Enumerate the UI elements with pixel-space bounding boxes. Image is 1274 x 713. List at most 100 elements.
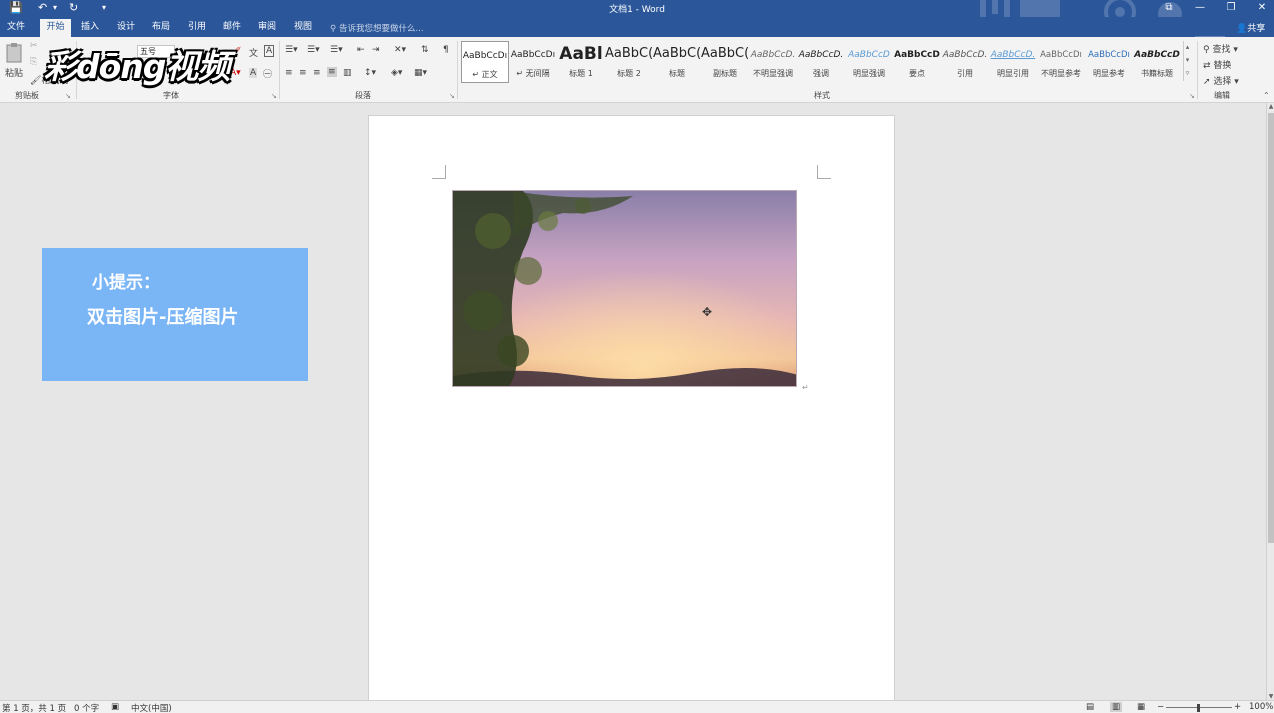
sort-icon[interactable]: ⇅: [421, 45, 429, 55]
video-watermark-logo: 彩dōng视频: [44, 47, 230, 86]
vertical-scrollbar[interactable]: ▲ ▼: [1266, 103, 1274, 700]
style-sample: AaBbCcDı: [1040, 50, 1082, 60]
replace-button[interactable]: ⇄ 替换: [1203, 58, 1231, 71]
tell-me-search[interactable]: ⚲ 告诉我您想要做什么...: [330, 22, 424, 34]
style-subtle-reference[interactable]: AaBbCcDı 不明显参考: [1037, 41, 1085, 83]
style-normal[interactable]: AaBbCcDı ↵ 正文: [461, 41, 509, 83]
scroll-down-icon[interactable]: ▼: [1267, 693, 1274, 700]
tab-review[interactable]: 审阅: [253, 20, 281, 37]
font-launcher-icon[interactable]: ↘: [271, 92, 277, 100]
style-intense-quote[interactable]: AaBbCcD. 明显引用: [989, 41, 1037, 83]
tab-mailings[interactable]: 邮件: [218, 20, 246, 37]
styles-gallery-scroll[interactable]: ▴ ▾ ▿: [1183, 41, 1191, 81]
tab-references[interactable]: 引用: [183, 20, 211, 37]
select-button[interactable]: ➚ 选择 ▾: [1203, 74, 1239, 87]
style-sample: AaBbCcD: [848, 50, 890, 60]
align-right-icon[interactable]: ≡: [313, 68, 321, 78]
web-layout-icon[interactable]: ▦: [1137, 702, 1145, 712]
chevron-up-icon[interactable]: ▴: [1184, 41, 1191, 54]
increase-indent-icon[interactable]: ⇥: [372, 45, 380, 55]
clipboard-launcher-icon[interactable]: ↘: [65, 92, 71, 100]
tab-layout[interactable]: 布局: [147, 20, 175, 37]
tab-file[interactable]: 文件: [2, 20, 30, 37]
clear-format-icon[interactable]: ✐: [234, 46, 242, 56]
ribbon-tabs: 文件 开始 插入 设计 布局 引用 邮件 审阅 视图 ⚲ 告诉我您想要做什么..…: [0, 17, 1274, 52]
style-no-spacing[interactable]: AaBbCcDı ↵ 无间隔: [509, 41, 557, 83]
font-group-label: 字体: [163, 91, 179, 100]
read-mode-icon[interactable]: ▤: [1086, 702, 1094, 712]
style-strong[interactable]: AaBbCcD 要点: [893, 41, 941, 83]
show-marks-icon[interactable]: ¶: [443, 45, 449, 55]
print-layout-icon[interactable]: ▥: [1110, 702, 1123, 712]
style-title[interactable]: AaBbC( 标题: [653, 41, 701, 83]
zoom-level[interactable]: 100%: [1249, 702, 1273, 712]
tab-insert[interactable]: 插入: [76, 20, 104, 37]
language-indicator[interactable]: 中文(中国): [131, 702, 172, 713]
style-heading-1[interactable]: AaBl 标题 1: [557, 41, 605, 83]
cut-icon[interactable]: ✂: [30, 41, 38, 51]
proofing-icon[interactable]: ▣: [111, 702, 119, 712]
paste-button[interactable]: 粘贴: [5, 42, 25, 84]
style-book-title[interactable]: AaBbCcD 书籍标题: [1133, 41, 1181, 83]
zoom-out-button[interactable]: −: [1157, 702, 1164, 712]
more-icon[interactable]: ▿: [1184, 67, 1191, 80]
chevron-down-icon[interactable]: ▾: [1184, 54, 1191, 67]
copy-icon[interactable]: ⎘: [30, 57, 37, 67]
align-left-icon[interactable]: ≡: [285, 68, 293, 78]
font-color-icon[interactable]: A▾: [230, 68, 241, 78]
style-name: 副标题: [713, 69, 737, 78]
close-button[interactable]: ✕: [1248, 0, 1274, 17]
zoom-in-button[interactable]: +: [1234, 702, 1241, 712]
multilevel-list-icon[interactable]: ☰▾: [330, 45, 343, 55]
margin-corner-mark: [817, 165, 831, 179]
scroll-thumb[interactable]: [1268, 113, 1274, 543]
distributed-icon[interactable]: ▥: [343, 68, 352, 78]
style-subtle-emphasis[interactable]: AaBbCcD. 不明显强调: [749, 41, 797, 83]
style-emphasis[interactable]: AaBbCcD. 强调: [797, 41, 845, 83]
style-sample: AaBbCcD.: [798, 50, 844, 60]
decrease-indent-icon[interactable]: ⇤: [357, 45, 365, 55]
restore-button[interactable]: ❐: [1217, 0, 1245, 17]
collapse-ribbon-icon[interactable]: ⌃: [1263, 91, 1270, 100]
style-heading-2[interactable]: AaBbC( 标题 2: [605, 41, 653, 83]
style-quote[interactable]: AaBbCcD. 引用: [941, 41, 989, 83]
word-count[interactable]: 0 个字: [74, 702, 99, 713]
align-center-icon[interactable]: ≡: [299, 68, 307, 78]
style-sample: AaBbCcD.: [942, 50, 988, 60]
style-subtitle[interactable]: AaBbC( 副标题: [701, 41, 749, 83]
tab-view[interactable]: 视图: [289, 20, 317, 37]
style-name: 明显引用: [997, 69, 1029, 78]
clipboard-group-label: 剪贴板: [15, 91, 39, 100]
page-count[interactable]: 第 1 页，共 1 页: [2, 702, 66, 713]
char-border-icon[interactable]: A: [264, 45, 275, 57]
tab-design[interactable]: 设计: [112, 20, 140, 37]
style-sample: AaBbC(: [701, 46, 749, 61]
styles-launcher-icon[interactable]: ↘: [1189, 92, 1195, 100]
tab-home[interactable]: 开始: [40, 19, 71, 37]
ribbon-display-icon[interactable]: ⧉: [1155, 0, 1183, 17]
shading-icon[interactable]: ◈▾: [391, 68, 402, 78]
enclose-char-icon[interactable]: ㊀: [263, 67, 272, 80]
minimize-button[interactable]: —: [1186, 0, 1214, 17]
justify-icon[interactable]: ≡: [327, 67, 337, 77]
style-intense-emphasis[interactable]: AaBbCcD 明显强调: [845, 41, 893, 83]
paragraph-launcher-icon[interactable]: ↘: [449, 92, 455, 100]
style-name: 强调: [813, 69, 829, 78]
style-sample: AaBbCcDı: [1088, 50, 1130, 60]
find-button[interactable]: ⚲ 查找 ▾: [1203, 42, 1238, 55]
zoom-slider-thumb[interactable]: [1197, 704, 1200, 712]
chinese-layout-icon[interactable]: ✕▾: [394, 45, 406, 55]
style-intense-reference[interactable]: AaBbCcDı 明显参考: [1085, 41, 1133, 83]
separator: [1197, 41, 1198, 99]
char-shading-icon[interactable]: A: [249, 68, 258, 78]
share-button[interactable]: 👤共享: [1236, 21, 1265, 34]
line-spacing-icon[interactable]: ↕▾: [364, 68, 376, 78]
numbering-icon[interactable]: ☰▾: [307, 45, 320, 55]
style-sample: AaBbCcD: [894, 50, 940, 60]
phonetic-icon[interactable]: 文: [249, 46, 258, 59]
bullets-icon[interactable]: ☰▾: [285, 45, 298, 55]
inserted-picture[interactable]: [452, 190, 797, 387]
style-name: 不明显参考: [1041, 69, 1081, 78]
borders-icon[interactable]: ▦▾: [414, 68, 427, 78]
scroll-up-icon[interactable]: ▲: [1267, 103, 1274, 110]
